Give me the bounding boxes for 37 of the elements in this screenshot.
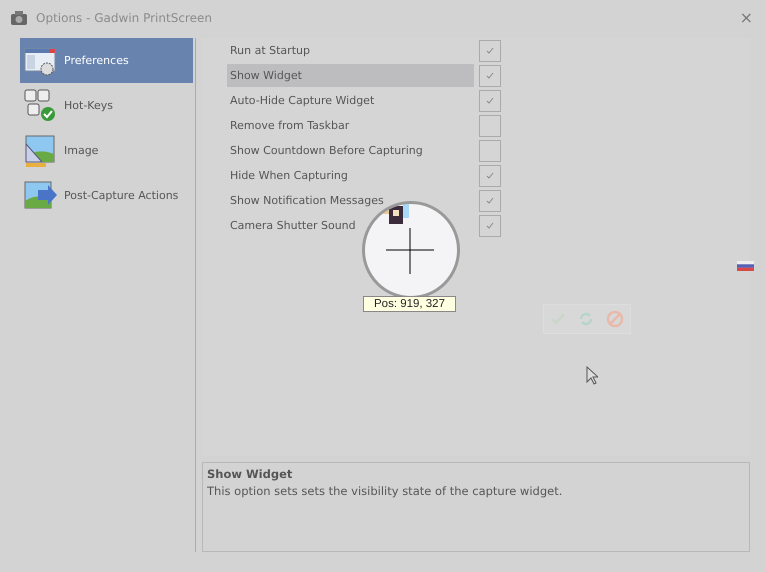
description-title: Show Widget — [207, 467, 294, 481]
sidebar-item[interactable]: Preferences — [20, 38, 193, 83]
checkbox[interactable] — [479, 164, 501, 186]
checkbox[interactable] — [479, 214, 501, 236]
sidebar-item[interactable]: Hot-Keys — [20, 83, 193, 128]
sidebar-item[interactable]: Post-Capture Actions — [20, 173, 193, 218]
description-text: This option sets sets the visibility state of the capture widget. — [207, 484, 564, 498]
cancel-icon[interactable] — [606, 310, 624, 328]
option-label[interactable]: Hide When Capturing — [227, 164, 474, 187]
option-label[interactable]: Show Countdown Before Capturing — [227, 139, 474, 162]
mouse-cursor-icon — [586, 366, 598, 385]
position-tooltip: Pos: 919, 327 — [363, 296, 456, 312]
check-icon — [486, 172, 494, 179]
option-label[interactable]: Camera Shutter Sound — [227, 214, 474, 237]
checkbox[interactable] — [479, 190, 501, 212]
check-icon — [486, 97, 494, 104]
option-label[interactable]: Run at Startup — [227, 39, 474, 62]
check-icon — [486, 222, 494, 229]
checkbox[interactable] — [479, 114, 501, 136]
option-label[interactable]: Show Notification Messages — [227, 189, 474, 212]
check-icon — [486, 72, 494, 79]
sidebar-item[interactable]: Image — [20, 128, 193, 173]
checkbox[interactable] — [479, 40, 501, 62]
checkbox[interactable] — [479, 64, 501, 86]
close-button[interactable]: × — [740, 8, 753, 27]
check-icon — [486, 197, 494, 204]
flag-icon — [737, 261, 754, 271]
check-icon — [486, 47, 494, 54]
checkbox[interactable] — [479, 90, 501, 112]
checkbox[interactable] — [479, 140, 501, 162]
option-label[interactable]: Remove from Taskbar — [227, 114, 474, 137]
crosshair-icon — [386, 228, 434, 274]
keys-check-icon — [24, 88, 58, 122]
camera-icon — [10, 10, 28, 26]
window-title: Options - Gadwin PrintScreen — [36, 10, 213, 24]
option-label[interactable]: Show Widget — [227, 64, 474, 87]
option-label[interactable]: Auto-Hide Capture Widget — [227, 89, 474, 112]
